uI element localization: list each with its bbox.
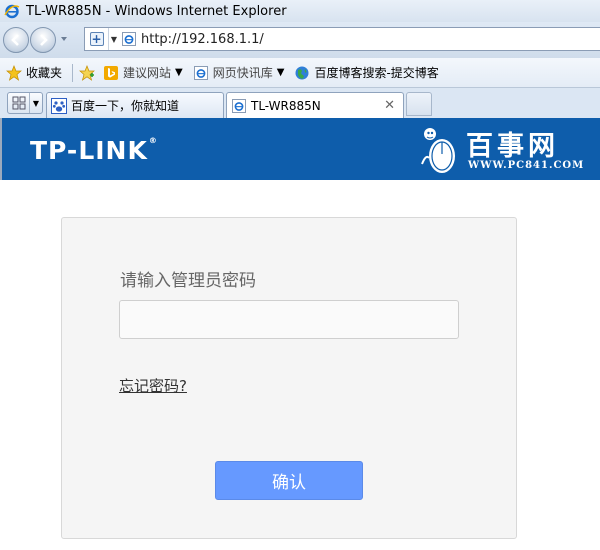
compatibility-view-button[interactable]: + xyxy=(85,28,109,50)
compat-dropdown-icon[interactable]: ▼ xyxy=(109,35,119,44)
favorite-label: 网页快讯库 xyxy=(212,66,273,80)
page-body: 请输入管理员密码 忘记密码? 确认 xyxy=(0,180,600,550)
tab-tl-wr885n[interactable]: TL-WR885N ✕ xyxy=(226,92,404,119)
brand-name: TP-LINK xyxy=(30,136,148,165)
close-tab-icon[interactable]: ✕ xyxy=(384,98,395,113)
globe-icon xyxy=(294,65,310,81)
forgot-password-link[interactable]: 忘记密码? xyxy=(119,375,187,396)
favorite-label: 百度博客搜索-提交博客 xyxy=(314,66,439,80)
arrow-left-icon xyxy=(11,34,19,46)
favorites-bar: 收藏夹 建议网站 ▼ 网页快讯库 ▼ 百度博客搜索-提交博客 xyxy=(0,58,600,88)
favorite-label: 建议网站 xyxy=(123,66,172,80)
login-panel: 请输入管理员密码 忘记密码? 确认 xyxy=(61,217,517,539)
back-button[interactable] xyxy=(3,27,29,53)
tplink-logo: TP-LINK® xyxy=(30,136,158,165)
favorite-web-slice-gallery[interactable]: 网页快讯库 ▼ xyxy=(193,64,285,81)
window-title: TL-WR885N - Windows Internet Explorer xyxy=(26,3,287,19)
new-tab-button[interactable] xyxy=(406,92,432,116)
history-dropdown-icon[interactable] xyxy=(59,33,69,45)
shield-plus-icon: + xyxy=(89,32,104,46)
router-header: TP-LINK® 百事网 WWW.PC841.COM xyxy=(0,118,600,180)
favorite-baidu-blog-search[interactable]: 百度博客搜索-提交博客 xyxy=(294,64,439,81)
tab-label: TL-WR885N xyxy=(251,99,321,113)
url-input[interactable]: http://192.168.1.1/ xyxy=(141,32,264,47)
tab-baidu[interactable]: 百度一下，你就知道 xyxy=(46,92,224,118)
tab-list-dropdown-icon[interactable]: ▼ xyxy=(30,99,42,108)
chevron-down-icon: ▼ xyxy=(175,67,183,78)
ie-logo-icon xyxy=(4,4,20,19)
forward-button[interactable] xyxy=(30,27,56,53)
ie-page-icon xyxy=(193,65,209,81)
bing-icon xyxy=(103,65,119,81)
star-icon xyxy=(6,64,22,81)
confirm-button[interactable]: 确认 xyxy=(215,461,363,500)
ie-page-icon xyxy=(231,98,247,114)
tab-bar: ▼ 百度一下，你就知道 TL-WR885N ✕ xyxy=(0,88,600,119)
arrow-right-icon xyxy=(40,34,48,46)
chevron-down-icon: ▼ xyxy=(276,67,285,78)
address-bar[interactable]: + ▼ http://192.168.1.1/ xyxy=(84,27,600,51)
window-title-bar: TL-WR885N - Windows Internet Explorer xyxy=(0,0,600,22)
baidu-paw-icon xyxy=(51,97,67,114)
mouse-mascot-icon xyxy=(421,128,455,173)
ie-page-icon xyxy=(122,32,136,46)
password-label: 请输入管理员密码 xyxy=(120,271,256,291)
quick-tabs-grid-icon xyxy=(8,93,30,113)
tab-label: 百度一下，你就知道 xyxy=(71,99,180,113)
add-to-favorites-button[interactable] xyxy=(79,64,99,81)
navigation-bar: + ▼ http://192.168.1.1/ xyxy=(0,22,600,58)
password-input[interactable] xyxy=(119,300,459,339)
watermark-url: WWW.PC841.COM xyxy=(468,160,585,171)
favorites-separator xyxy=(72,63,74,82)
pc841-watermark: 百事网 WWW.PC841.COM xyxy=(410,122,590,178)
registered-mark: ® xyxy=(148,136,158,145)
favorites-button[interactable]: 收藏夹 xyxy=(6,64,62,81)
quick-tabs-button[interactable]: ▼ xyxy=(7,92,43,114)
add-favorite-star-icon xyxy=(79,64,95,81)
watermark-chinese: 百事网 xyxy=(466,131,559,162)
favorite-suggested-sites[interactable]: 建议网站 ▼ xyxy=(103,64,183,81)
favorites-label: 收藏夹 xyxy=(26,66,63,80)
